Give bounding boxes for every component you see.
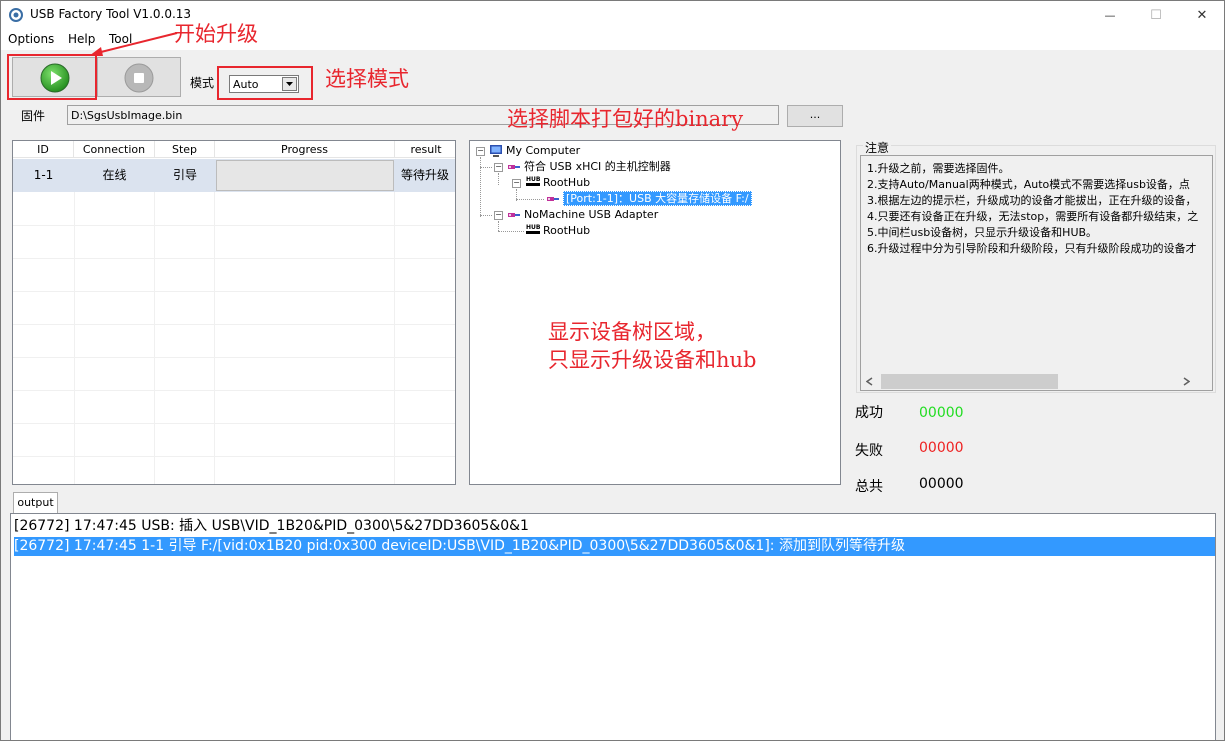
log-line[interactable]: [26772] 17:47:45 USB: 插入 USB\VID_1B20&PI…: [14, 517, 1215, 536]
usb-icon: [508, 165, 520, 169]
notes-line: 2.支持Auto/Manual两种模式，Auto模式不需要选择usb设备，点: [867, 178, 1190, 191]
scroll-left-icon[interactable]: [866, 377, 873, 386]
progress-bar: [216, 160, 394, 191]
scroll-right-icon[interactable]: [1183, 377, 1190, 386]
tree-node-roothub[interactable]: HUB RootHub: [526, 223, 590, 239]
expand-toggle[interactable]: −: [512, 179, 521, 188]
tree-node-label: RootHub: [543, 224, 591, 237]
annotation-tree-area-line2: 只显示升级设备和hub: [548, 348, 757, 372]
tree-node-xhci-controller[interactable]: 符合 USB xHCI 的主机控制器: [507, 159, 671, 175]
tree-node-usb-storage[interactable]: [Port:1-1]：USB 大容量存储设备 F:/: [546, 191, 752, 207]
table-row[interactable]: 1-1 在线 引导 等待升级: [13, 159, 455, 192]
tree-node-label: 符合 USB xHCI 的主机控制器: [524, 160, 671, 173]
column-header-progress[interactable]: Progress: [215, 141, 395, 158]
annotation-box-start: [7, 54, 97, 100]
column-header-id[interactable]: ID: [13, 141, 74, 158]
column-header-step[interactable]: Step: [155, 141, 215, 158]
notes-line: 5.中间栏usb设备树，只显示升级设备和HUB。: [867, 226, 1098, 239]
annotation-select-binary: 选择脚本打包好的binary: [507, 107, 744, 131]
usb-icon: [547, 197, 559, 201]
expand-toggle[interactable]: −: [476, 147, 485, 156]
annotation-arrow-icon: [89, 32, 178, 56]
success-count: 00000: [919, 405, 964, 421]
notes-textbox[interactable]: 1.升级之前，需要选择固件。 2.支持Auto/Manual两种模式，Auto模…: [860, 155, 1213, 391]
tree-node-label: NoMachine USB Adapter: [524, 208, 659, 221]
browse-button[interactable]: ...: [787, 105, 843, 127]
notes-line: 3.根据左边的提示栏，升级成功的设备才能拔出，正在升级的设备，: [867, 194, 1197, 207]
firmware-path: D:\SgsUsbImage.bin: [71, 109, 183, 122]
window-title: USB Factory Tool V1.0.0.13: [30, 7, 192, 21]
fail-count: 00000: [919, 440, 964, 456]
column-header-result[interactable]: result: [395, 141, 455, 158]
stop-button[interactable]: [97, 57, 181, 97]
device-tree: − My Computer − 符合 USB xHCI 的主机控制器 − HUB…: [469, 140, 841, 485]
firmware-label: 固件: [21, 109, 46, 123]
annotation-box-mode: [217, 66, 313, 100]
notes-line: 1.升级之前，需要选择固件。: [867, 162, 1010, 175]
tree-node-label: [Port:1-1]：USB 大容量存储设备 F:/: [563, 191, 752, 206]
tree-node-label: RootHub: [543, 176, 591, 189]
tree-node-nomachine-adapter[interactable]: NoMachine USB Adapter: [507, 207, 658, 223]
stop-icon: [124, 63, 154, 93]
total-label: 总共: [855, 479, 883, 495]
tree-node-my-computer[interactable]: My Computer: [489, 143, 580, 159]
column-header-connection[interactable]: Connection: [74, 141, 155, 158]
minimize-icon: —: [1104, 8, 1116, 22]
log-line-selected[interactable]: [26772] 17:47:45 1-1 引导 F:/[vid:0x1B20 p…: [14, 537, 1215, 556]
minimize-button[interactable]: —: [1087, 0, 1133, 30]
expand-toggle[interactable]: −: [494, 163, 503, 172]
usb-icon: [508, 213, 520, 217]
fail-label: 失败: [855, 443, 883, 459]
device-table: ID Connection Step Progress result 1-1 在…: [12, 140, 456, 485]
notes-title: 注意: [863, 139, 892, 156]
total-count: 00000: [919, 476, 964, 492]
cell-id: 1-1: [33, 168, 54, 182]
maximize-icon: ☐: [1150, 7, 1162, 23]
cell-result: 等待升级: [400, 168, 449, 182]
notes-line: 4.只要还有设备正在升级，无法stop，需要所有设备都升级结束，之: [867, 210, 1199, 223]
notes-line: 6.升级过程中分为引导阶段和升级阶段，只有升级阶段成功的设备才: [867, 242, 1197, 255]
cell-step: 引导: [172, 168, 197, 182]
tree-node-roothub[interactable]: HUB RootHub: [526, 175, 590, 191]
app-icon: [9, 8, 23, 22]
close-button[interactable]: ✕: [1179, 0, 1225, 30]
tree-node-label: My Computer: [506, 144, 581, 157]
maximize-button[interactable]: ☐: [1133, 0, 1179, 30]
computer-icon: [490, 145, 502, 157]
menu-options[interactable]: Options: [8, 32, 54, 46]
hub-icon: HUB: [526, 177, 540, 189]
success-label: 成功: [855, 405, 883, 421]
annotation-tree-area-line1: 显示设备树区域，: [548, 320, 716, 344]
annotation-select-mode: 选择模式: [325, 67, 409, 91]
output-log: [26772] 17:47:45 USB: 插入 USB\VID_1B20&PI…: [10, 513, 1216, 741]
mode-label: 模式: [190, 76, 215, 90]
horizontal-scrollbar[interactable]: [861, 373, 1212, 390]
tab-output[interactable]: output: [13, 492, 58, 513]
cell-connection: 在线: [102, 168, 127, 182]
hub-icon: HUB: [526, 225, 540, 237]
close-icon: ✕: [1196, 7, 1208, 23]
scrollbar-thumb[interactable]: [881, 374, 1058, 389]
expand-toggle[interactable]: −: [494, 211, 503, 220]
annotation-start-upgrade: 开始升级: [174, 22, 258, 46]
